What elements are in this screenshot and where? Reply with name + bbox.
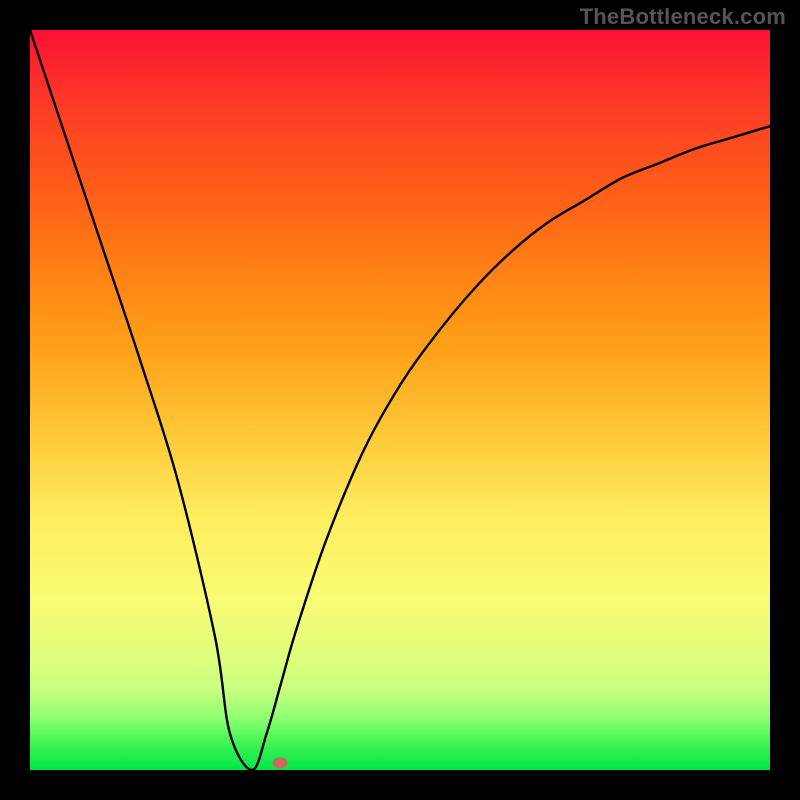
watermark-text: TheBottleneck.com (580, 4, 786, 30)
chart-container: TheBottleneck.com (0, 0, 800, 800)
bottleneck-curve-path (30, 30, 770, 770)
plot-area (30, 30, 770, 770)
bottleneck-curve (30, 30, 770, 770)
optimal-point-marker (273, 758, 288, 769)
